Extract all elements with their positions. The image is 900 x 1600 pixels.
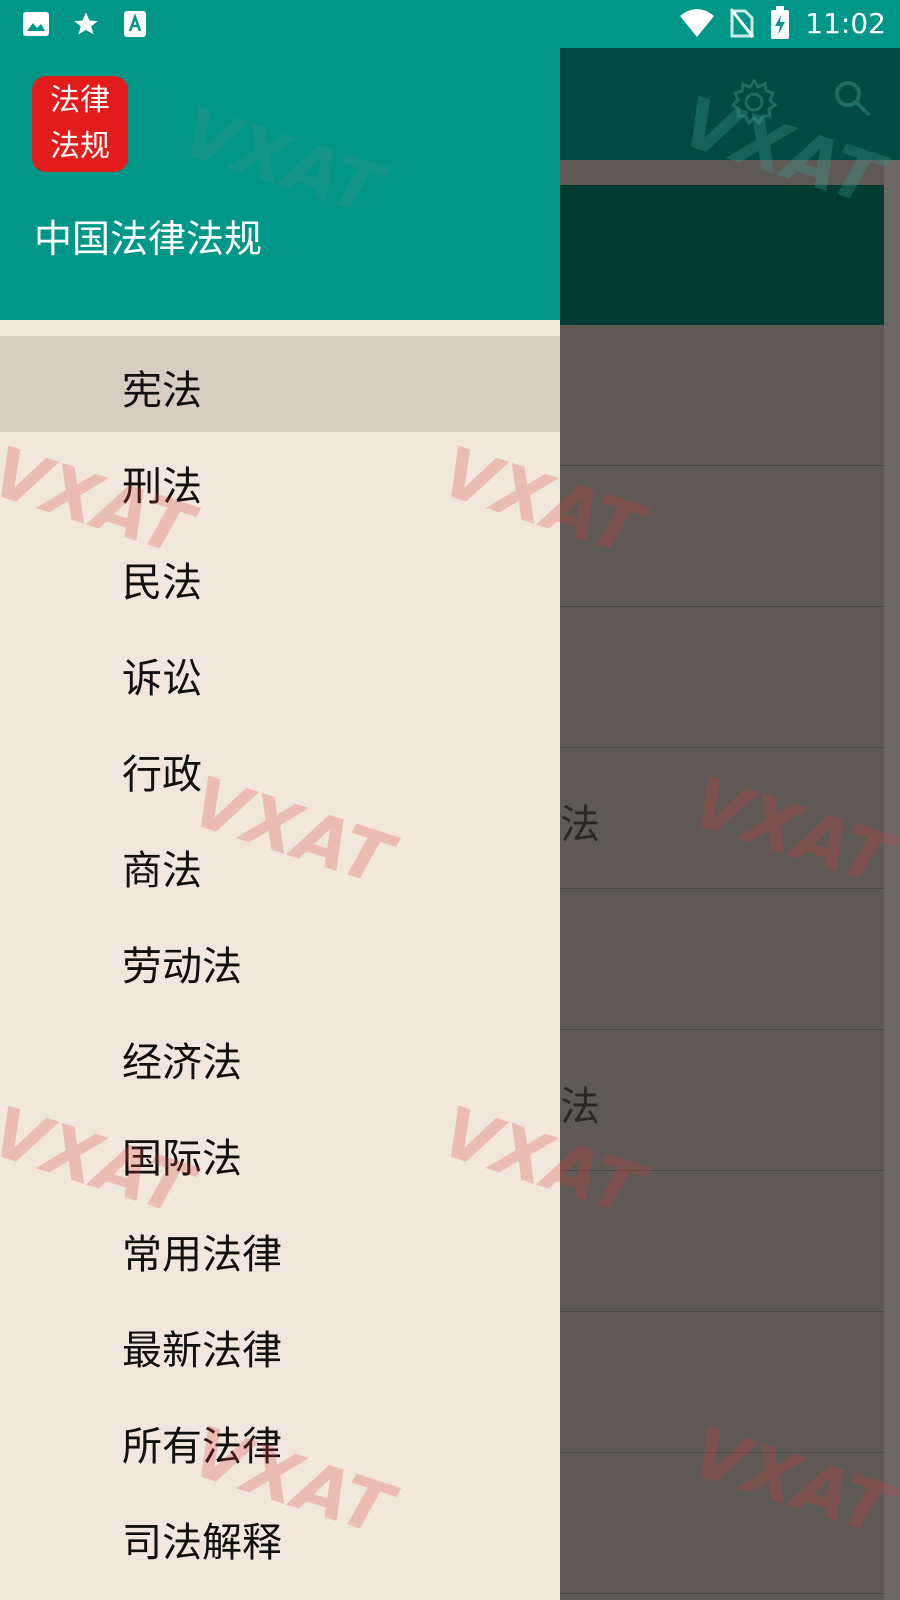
- no-sim-icon: [729, 7, 755, 39]
- menu-item-labor-law[interactable]: 劳动法: [0, 912, 560, 1008]
- wifi-icon: [679, 8, 715, 38]
- menu-item-administrative[interactable]: 行政: [0, 720, 560, 816]
- menu-item-label: 行政: [122, 752, 202, 798]
- drawer-header: 法律 法规 中国法律法规: [0, 48, 560, 320]
- menu-item-civil-law[interactable]: 民法: [0, 528, 560, 624]
- menu-item-label: 劳动法: [122, 944, 242, 990]
- menu-item-label: 所有法律: [122, 1424, 282, 1470]
- status-bar: 11:02: [0, 0, 900, 48]
- app-logo: 法律 法规: [32, 76, 128, 172]
- menu-item-label: 刑法: [122, 464, 202, 510]
- image-notification-icon: [22, 11, 50, 37]
- star-notification-icon: [72, 10, 100, 38]
- menu-item-criminal-law[interactable]: 刑法: [0, 432, 560, 528]
- app-scrollbar: [884, 160, 900, 1600]
- menu-item-label: 商法: [122, 848, 202, 894]
- menu-item-judicial-interpretation[interactable]: 司法解释: [0, 1488, 560, 1584]
- menu-item-label: 最新法律: [122, 1328, 282, 1374]
- drawer-menu: 宪法 刑法 民法 诉讼 行政 商法 劳动法 经济法 国际法 常用法律 最新法律 …: [0, 336, 560, 1584]
- menu-item-international-law[interactable]: 国际法: [0, 1104, 560, 1200]
- navigation-drawer: 法律 法规 中国法律法规 宪法 刑法 民法 诉讼 行政 商法 劳动法 经济法 国…: [0, 48, 560, 1600]
- app-notification-icon: [122, 10, 148, 38]
- menu-item-label: 国际法: [122, 1136, 242, 1182]
- menu-item-label: 常用法律: [122, 1232, 282, 1278]
- settings-gear-icon[interactable]: [730, 78, 778, 126]
- clock: 11:02: [805, 6, 886, 40]
- menu-item-all-laws[interactable]: 所有法律: [0, 1392, 560, 1488]
- menu-item-constitution[interactable]: 宪法: [0, 336, 560, 432]
- drawer-title: 中国法律法规: [34, 217, 263, 261]
- menu-item-litigation[interactable]: 诉讼: [0, 624, 560, 720]
- menu-item-label: 诉讼: [122, 656, 202, 702]
- search-icon[interactable]: [832, 78, 872, 126]
- battery-charging-icon: [769, 6, 791, 40]
- menu-item-label: 宪法: [122, 368, 202, 414]
- menu-item-economic-law[interactable]: 经济法: [0, 1008, 560, 1104]
- menu-item-label: 经济法: [122, 1040, 242, 1086]
- menu-item-commercial-law[interactable]: 商法: [0, 816, 560, 912]
- menu-item-label: 司法解释: [122, 1520, 282, 1566]
- menu-item-latest-laws[interactable]: 最新法律: [0, 1296, 560, 1392]
- menu-item-common-laws[interactable]: 常用法律: [0, 1200, 560, 1296]
- menu-item-label: 民法: [122, 560, 202, 606]
